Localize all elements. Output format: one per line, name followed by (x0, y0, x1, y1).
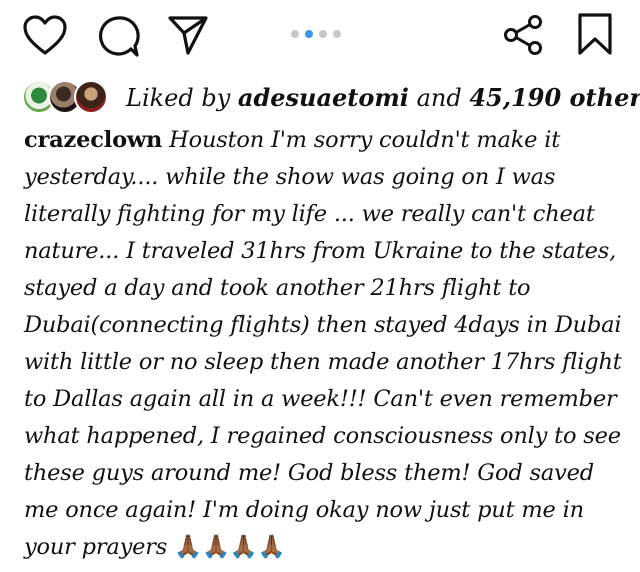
likes-text: Liked by adesuaetomi and 45,190 others (126, 80, 640, 116)
likes-count-link[interactable]: 45,190 others (469, 83, 640, 112)
caption-line: yesterday.... while the show was going o… (24, 164, 556, 190)
caption-line: stayed a day and took another 21hrs flig… (24, 275, 531, 301)
caption-line: Dubai(connecting flights) then stayed 4d… (24, 312, 622, 338)
carousel-dot (319, 30, 327, 38)
caption-line: me once again! I'm doing okay now just p… (24, 497, 584, 523)
likes-summary: Liked by adesuaetomi and 45,190 others (22, 78, 640, 118)
send-icon[interactable] (166, 13, 210, 57)
carousel-dot-active (305, 30, 313, 38)
liker-avatars[interactable] (22, 80, 112, 116)
bookmark-icon[interactable] (576, 12, 614, 56)
liker-username-link[interactable]: adesuaetomi (238, 83, 409, 112)
carousel-indicator (291, 29, 341, 39)
carousel-dot (291, 30, 299, 38)
comment-icon[interactable] (96, 14, 140, 58)
post-action-bar (0, 0, 640, 72)
caption-text: your prayers (24, 534, 168, 560)
likes-prefix: Liked by (126, 84, 231, 112)
heart-icon[interactable] (22, 14, 68, 56)
caption-line: to Dallas again all in a week!!! Can't e… (24, 386, 617, 412)
share-icon[interactable] (502, 14, 544, 56)
caption-line: crazeclown Houston I'm sorry couldn't ma… (24, 122, 624, 159)
caption-line: what happened, I regained consciousness … (24, 423, 621, 449)
caption-line: these guys around me! God bless them! Go… (24, 460, 594, 486)
caption-text: Houston I'm sorry couldn't make it (169, 127, 561, 153)
caption-line: nature... I traveled 31hrs from Ukraine … (24, 238, 617, 264)
caption-line: with little or no sleep then made anothe… (24, 349, 622, 375)
post-caption: crazeclown Houston I'm sorry couldn't ma… (24, 122, 624, 566)
likes-conjunction: and (416, 84, 462, 112)
caption-line: your prayers 🙏🏾🙏🏾🙏🏾🙏🏾 (24, 529, 624, 566)
caption-username-link[interactable]: crazeclown (24, 127, 162, 153)
caption-line: literally fighting for my life ... we re… (24, 201, 595, 227)
carousel-dot (333, 30, 341, 38)
avatar[interactable] (74, 80, 108, 114)
praying-hands-emoji: 🙏🏾🙏🏾🙏🏾🙏🏾 (174, 534, 286, 560)
